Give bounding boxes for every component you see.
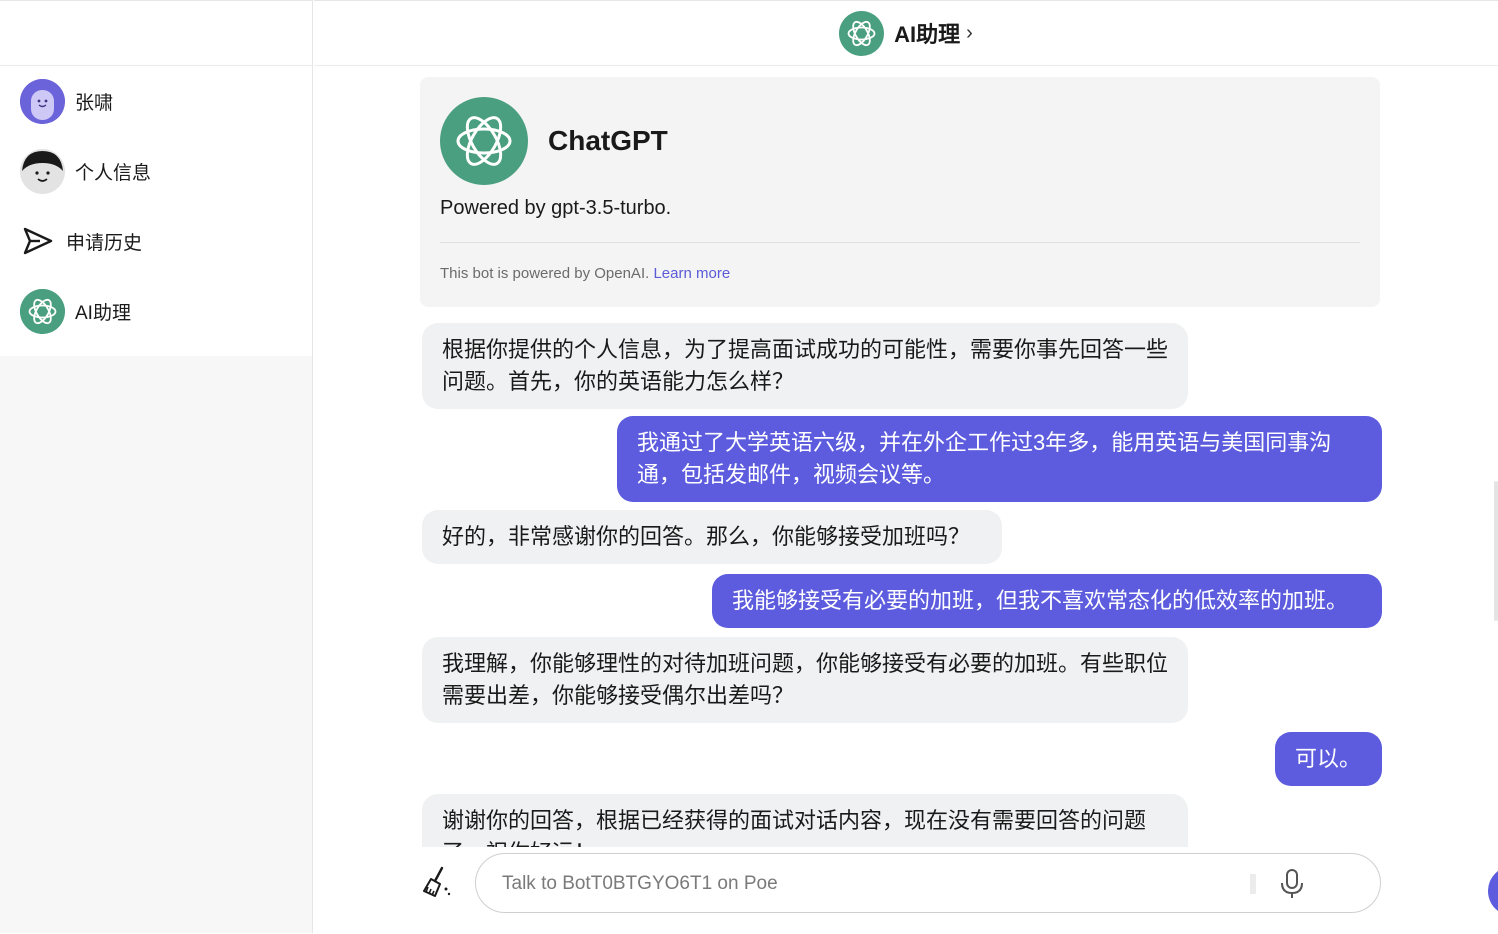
- bot-footnote: This bot is powered by OpenAI. Learn mor…: [440, 265, 1360, 282]
- sidebar-item-user[interactable]: 张啸: [0, 66, 312, 136]
- learn-more-link[interactable]: Learn more: [653, 265, 730, 282]
- user-message: 我能够接受有必要的加班，但我不喜欢常态化的低效率的加班。: [712, 574, 1382, 628]
- sidebar-item-label: 个人信息: [75, 162, 152, 184]
- chat-panel: AI助理 › ChatGPT Powered by gpt-3.5-turbo.…: [314, 0, 1498, 933]
- sidebar-item-history[interactable]: 申请历史: [0, 206, 312, 276]
- openai-logo-icon: [839, 10, 885, 56]
- bot-message: 好的，非常感谢你的回答。那么，你能够接受加班吗？: [422, 510, 1002, 564]
- sidebar-item-label: 申请历史: [66, 232, 143, 254]
- bot-message: 谢谢你的回答，根据已经获得的面试对话内容，现在没有需要回答的问题了，祝你好运！: [422, 794, 1188, 847]
- message-input-box[interactable]: [475, 853, 1498, 916]
- bot-message: 我理解，你能够理性的对待加班问题，你能够接受有必要的加班。有些职位需要出差，你能…: [422, 637, 1188, 723]
- send-button[interactable]: [1488, 866, 1498, 916]
- profile-avatar-icon: [20, 148, 65, 194]
- message-list[interactable]: ChatGPT Powered by gpt-3.5-turbo. This b…: [314, 65, 1490, 847]
- bot-powered-by: Powered by gpt-3.5-turbo.: [440, 197, 672, 219]
- user-message: 可以。: [1275, 732, 1382, 786]
- composer: [314, 847, 1498, 934]
- sidebar: 张啸 个人信息 申请历史 AI助理: [0, 0, 313, 933]
- openai-logo-icon: [20, 288, 65, 334]
- user-avatar-icon: [20, 78, 65, 124]
- sidebar-item-label: AI助理: [75, 302, 131, 324]
- bot-info-card: ChatGPT Powered by gpt-3.5-turbo. This b…: [420, 77, 1380, 307]
- sidebar-item-ai-assistant[interactable]: AI助理: [0, 276, 312, 346]
- user-message: 我通过了大学英语六级，并在外企工作过3年多，能用英语与美国同事沟通，包括发邮件，…: [617, 416, 1382, 502]
- footnote-text: This bot is powered by OpenAI.: [440, 265, 650, 282]
- chat-header[interactable]: AI助理 ›: [314, 1, 1498, 66]
- openai-logo-icon: [440, 97, 528, 185]
- message-input[interactable]: [500, 868, 1244, 900]
- page-scrollbar[interactable]: [1494, 481, 1498, 621]
- chat-title: AI助理: [894, 22, 961, 47]
- sidebar-list: 张啸 个人信息 申请历史 AI助理: [0, 66, 312, 356]
- bot-name: ChatGPT: [548, 125, 668, 156]
- bot-message: 根据你提供的个人信息，为了提高面试成功的可能性，需要你事先回答一些问题。首先，你…: [422, 323, 1188, 409]
- sidebar-header: [0, 1, 312, 66]
- microphone-icon[interactable]: [1278, 868, 1306, 900]
- chevron-right-icon: ›: [966, 21, 973, 44]
- sidebar-item-profile[interactable]: 个人信息: [0, 136, 312, 206]
- input-scrollbar: [1250, 874, 1256, 894]
- sidebar-item-label: 张啸: [75, 92, 114, 114]
- clear-context-broom-icon[interactable]: [420, 865, 454, 899]
- divider: [440, 242, 1360, 243]
- send-icon: [20, 223, 56, 259]
